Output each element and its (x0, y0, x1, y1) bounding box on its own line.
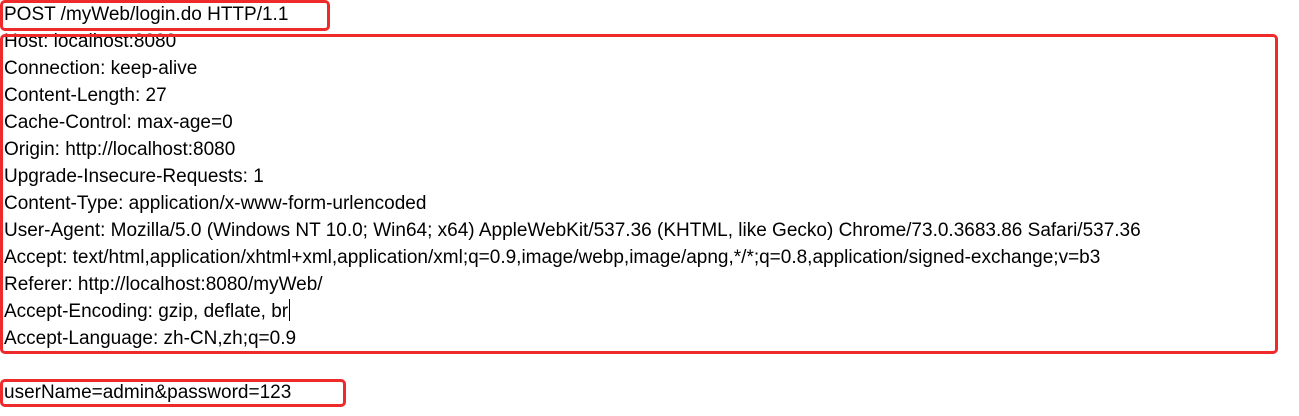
header-referer[interactable]: Referer: http://localhost:8080/myWeb/ (4, 271, 323, 298)
header-accept-encoding[interactable]: Accept-Encoding: gzip, deflate, br (4, 298, 291, 325)
header-user-agent[interactable]: User-Agent: Mozilla/5.0 (Windows NT 10.0… (4, 217, 1141, 244)
header-cache-control[interactable]: Cache-Control: max-age=0 (4, 109, 233, 136)
request-line[interactable]: POST /myWeb/login.do HTTP/1.1 (4, 1, 288, 28)
header-accept-language[interactable]: Accept-Language: zh-CN,zh;q=0.9 (4, 325, 296, 352)
http-request-view: POST /myWeb/login.do HTTP/1.1 Host: loca… (0, 0, 1299, 416)
header-connection[interactable]: Connection: keep-alive (4, 55, 197, 82)
text-cursor (289, 299, 291, 321)
request-body[interactable]: userName=admin&password=123 (4, 379, 291, 406)
header-accept-encoding-text: Accept-Encoding: gzip, deflate, br (4, 301, 289, 322)
header-content-length[interactable]: Content-Length: 27 (4, 82, 167, 109)
header-origin[interactable]: Origin: http://localhost:8080 (4, 136, 235, 163)
header-content-type[interactable]: Content-Type: application/x-www-form-url… (4, 190, 426, 217)
header-accept[interactable]: Accept: text/html,application/xhtml+xml,… (4, 244, 1100, 271)
header-host[interactable]: Host: localhost:8080 (4, 28, 176, 55)
header-upgrade-insecure-requests[interactable]: Upgrade-Insecure-Requests: 1 (4, 163, 264, 190)
